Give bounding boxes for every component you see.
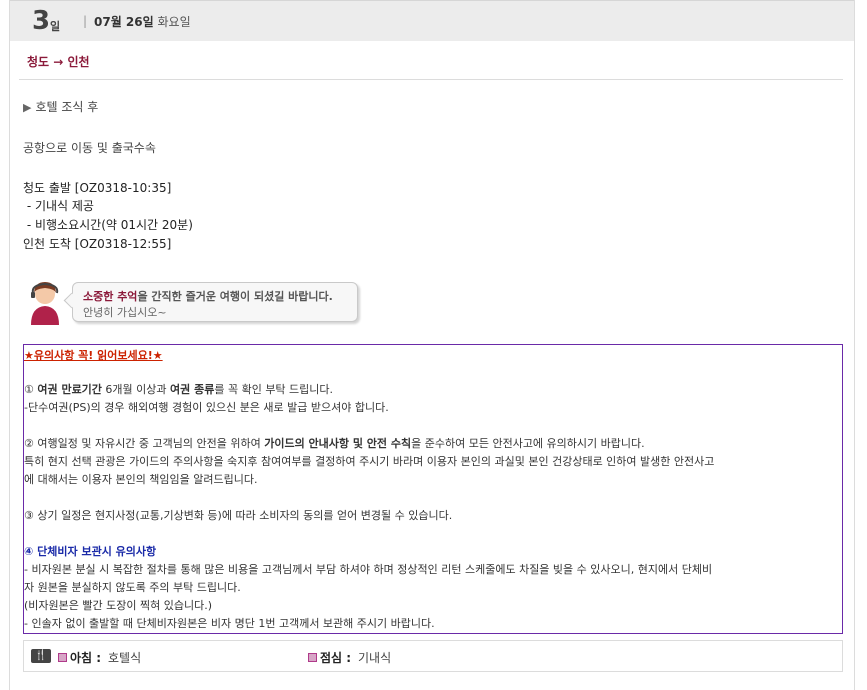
notice-p4-line3: (비자원본은 빨간 도장이 찍혀 있습니다.) (24, 599, 212, 612)
day-weekday: 화요일 (157, 15, 191, 29)
notice-box: ★유의사항 꼭! 읽어보세요!★ ① 여권 만료기간 6개월 이상과 여권 종류… (23, 344, 843, 634)
farewell-line2: 안녕히 가십시오~ (83, 306, 167, 319)
lunch-label: 점심 : (320, 651, 352, 665)
notice-p4-line2: 자 원본을 분실하지 않도록 주의 부탁 드립니다. (24, 581, 241, 594)
flight-meal: - 기내식 제공 (23, 199, 94, 213)
guide-avatar-icon (31, 282, 59, 325)
farewell-bubble: 소중한 추억을 간직한 즐거운 여행이 되셨길 바랍니다. 안녕히 가십시오~ (63, 282, 358, 322)
flight-arrive: 인천 도착 [OZ0318-12:55] (23, 237, 172, 251)
day-number: 3 (32, 6, 51, 36)
day-header: 3 일 | 07월 26일 화요일 (10, 0, 854, 41)
lunch-value: 기내식 (358, 651, 392, 665)
notice-p1-line1: ① 여권 만료기간 6개월 이상과 여권 종류를 꼭 확인 부탁 드립니다. (24, 383, 334, 396)
breakfast-value: 호텔식 (108, 651, 142, 665)
notice-p4-line4: - 인솔자 없이 출발할 때 단체비자원본은 비자 명단 1번 고객께서 보관해… (24, 617, 435, 630)
notice-p2-line3: 에 대해서는 이용자 본인의 책임임을 알려드립니다. (24, 473, 258, 486)
step-airport: 공항으로 이동 및 출국수속 (23, 141, 156, 155)
farewell-highlight: 소중한 추억 (83, 290, 138, 303)
day-unit: 일 (50, 20, 61, 33)
cutlery-icon: 🍴 (31, 649, 51, 663)
breakfast-marker-icon (58, 653, 67, 662)
flight-duration: - 비행소요시간(약 01시간 20분) (23, 218, 193, 232)
meal-bar: 🍴 아침 : 호텔식 점심 : 기내식 (23, 640, 843, 672)
play-triangle-icon: ▶ (23, 101, 32, 114)
day-separator: | (83, 14, 88, 28)
breakfast-label: 아침 : (70, 651, 102, 665)
notice-p4-line1: - 비자원본 분실 시 복잡한 절차를 통해 많은 비용을 고객님께서 부담 하… (24, 563, 713, 576)
notice-title: ★유의사항 꼭! 읽어보세요!★ (24, 349, 163, 362)
route-title: 청도 → 인천 (27, 55, 90, 69)
notice-p1-line2: -단수여권(PS)의 경우 해외여행 경험이 있으신 분은 새로 발급 받으셔야… (24, 401, 389, 414)
day-panel: 3 일 | 07월 26일 화요일 청도 → 인천 ▶ 호텔 조식 후 공항으로 … (9, 0, 855, 690)
notice-p2-line2: 특히 현지 선택 관광은 가이드의 주의사항을 숙지후 참여여부를 결정하여 주… (24, 455, 715, 468)
farewell-line1-rest: 을 간직한 즐거운 여행이 되셨길 바랍니다. (137, 290, 333, 303)
flight-depart: 청도 출발 [OZ0318-10:35] (23, 181, 172, 195)
day-date-value: 07월 26일 (94, 15, 154, 29)
notice-p3: ③ 상기 일정은 현지사정(교통,기상변화 등)에 따라 소비자의 동의를 얻어… (24, 509, 453, 522)
notice-p4-title: ④ 단체비자 보관시 유의사항 (24, 545, 157, 558)
lunch-marker-icon (308, 653, 317, 662)
route-divider (19, 79, 843, 80)
step-hotel: ▶ 호텔 조식 후 (23, 98, 98, 115)
step-hotel-text: 호텔 조식 후 (35, 100, 99, 114)
notice-p2-line1: ② 여행일정 및 자유시간 중 고객님의 안전을 위하여 가이드의 안내사항 및… (24, 437, 645, 450)
farewell-line1: 소중한 추억을 간직한 즐거운 여행이 되셨길 바랍니다. (83, 288, 333, 304)
day-date: 07월 26일 화요일 (94, 13, 191, 30)
